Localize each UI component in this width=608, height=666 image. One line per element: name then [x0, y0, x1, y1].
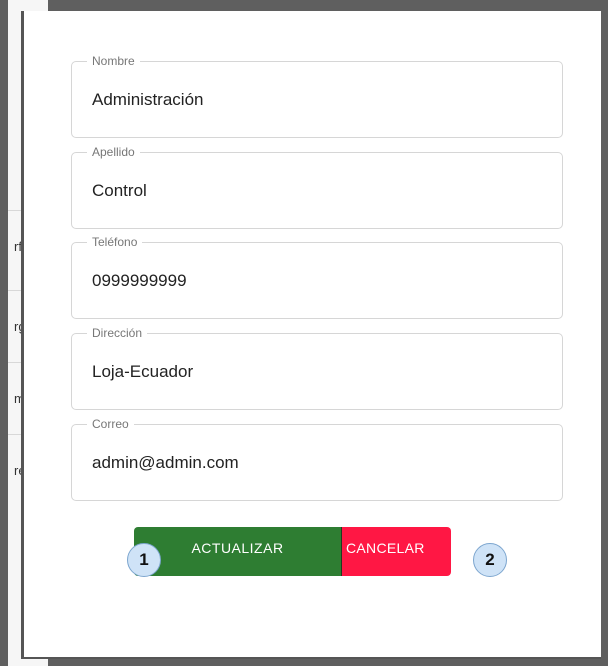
update-button-label: ACTUALIZAR [191, 539, 284, 556]
annotation-marker-2: 2 [473, 543, 507, 577]
phone-field[interactable]: Teléfono 0999999999 [71, 235, 563, 319]
surname-field-label: Apellido [87, 145, 140, 159]
phone-field-label: Teléfono [87, 235, 143, 249]
address-field-value[interactable]: Loja-Ecuador [92, 362, 193, 382]
name-field[interactable]: Nombre Administración [71, 54, 563, 138]
cancel-button[interactable]: CANCELAR [342, 527, 451, 576]
email-field-value[interactable]: admin@admin.com [92, 453, 239, 473]
name-field-label: Nombre [87, 54, 140, 68]
phone-field-value[interactable]: 0999999999 [92, 271, 187, 291]
surname-field[interactable]: Apellido Control [71, 145, 563, 229]
address-field-label: Dirección [87, 326, 148, 340]
update-button[interactable]: ACTUALIZAR [134, 527, 342, 576]
surname-field-value[interactable]: Control [92, 181, 147, 201]
email-field[interactable]: Correo admin@admin.com [71, 417, 563, 501]
email-field-label: Correo [87, 417, 134, 431]
name-field-value[interactable]: Administración [92, 90, 204, 110]
cancel-button-label: CANCELAR [346, 539, 425, 556]
address-field[interactable]: Dirección Loja-Ecuador [71, 326, 563, 410]
annotation-marker-1: 1 [127, 543, 161, 577]
dialog-actions: ACTUALIZAR CANCELAR [134, 527, 451, 576]
